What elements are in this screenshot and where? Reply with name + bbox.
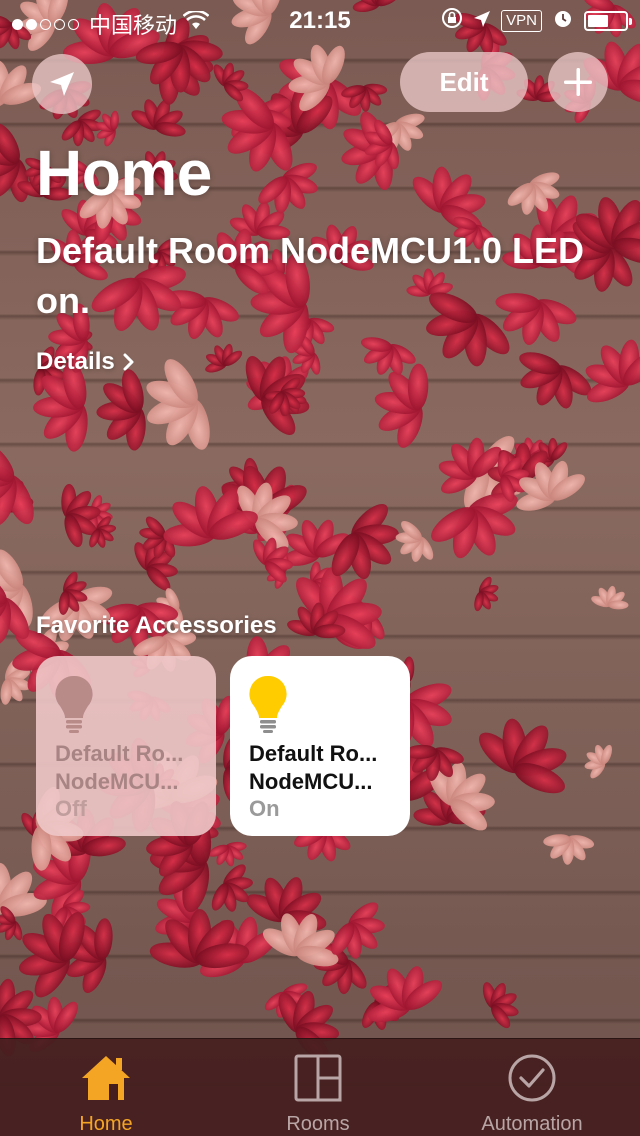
tab-rooms[interactable]: Rooms: [218, 1039, 418, 1136]
tab-label: Home: [79, 1113, 133, 1135]
plus-icon: [564, 68, 592, 96]
clock-icon: [507, 1051, 557, 1105]
accessory-name-line1: Default Ro...: [249, 741, 378, 766]
ivy-leaf: [479, 718, 567, 794]
edit-button[interactable]: Edit: [400, 52, 528, 112]
chevron-right-icon: [123, 353, 134, 371]
lightbulb-icon: [55, 675, 93, 733]
battery-icon: [584, 11, 632, 31]
page-title: Home: [36, 137, 212, 209]
ivy-leaf: [482, 982, 519, 1029]
ivy-leaf: [395, 520, 434, 562]
details-label: Details: [36, 348, 115, 375]
accessory-name-line2: NodeMCU...: [55, 769, 179, 794]
home-status-summary: Default Room NodeMCU1.0 LED on.: [36, 230, 585, 321]
ivy-leaf: [474, 576, 499, 612]
battery-tip: [629, 18, 632, 25]
location-arrow-icon: [50, 72, 74, 96]
tab-home[interactable]: Home: [6, 1039, 206, 1136]
battery-level: [588, 15, 608, 27]
ivy-leaf: [211, 864, 253, 912]
rotation-lock-icon: [441, 7, 463, 35]
ivy-leaf: [543, 834, 595, 865]
lightbulb-icon: [249, 675, 287, 733]
rooms-icon: [294, 1051, 342, 1105]
ivy-leaf: [205, 343, 243, 373]
accessory-name: Default Ro... NodeMCU...: [55, 740, 205, 796]
tab-label: Rooms: [286, 1113, 350, 1135]
tab-bar: Home Rooms Automation: [0, 1038, 640, 1136]
accessory-tile-on[interactable]: Default Ro... NodeMCU... On: [230, 656, 410, 836]
add-button[interactable]: [548, 52, 608, 112]
ivy-leaf: [584, 744, 613, 779]
accessory-name: Default Ro... NodeMCU...: [249, 740, 399, 796]
ivy-leaf: [96, 369, 146, 451]
vpn-badge: VPN: [501, 10, 542, 32]
house-icon: [80, 1051, 132, 1105]
accessory-state: On: [249, 796, 280, 821]
accessory-name-line2: NodeMCU...: [249, 769, 373, 794]
tab-label: Automation: [481, 1113, 583, 1135]
accessory-tile-off[interactable]: Default Ro... NodeMCU... Off: [36, 656, 216, 836]
location-button[interactable]: [32, 54, 92, 114]
ivy-leaf: [585, 339, 640, 403]
ivy-leaf: [591, 585, 629, 610]
location-services-icon: [473, 8, 491, 34]
tab-automation[interactable]: Automation: [432, 1039, 632, 1136]
ivy-leaf: [519, 352, 592, 409]
accessory-name-line1: Default Ro...: [55, 741, 184, 766]
status-bar: 中国移动 21:15 VPN: [0, 0, 640, 40]
details-link[interactable]: Details: [36, 348, 135, 376]
home-screen: 中国移动 21:15 VPN Edit Home Default Room No…: [0, 0, 640, 1136]
ivy-leaf: [0, 440, 34, 526]
favorite-accessories-header: Favorite Accessories: [36, 612, 277, 639]
status-right: VPN: [441, 7, 632, 35]
accessory-state: Off: [55, 796, 87, 821]
alarm-icon: [552, 7, 574, 35]
